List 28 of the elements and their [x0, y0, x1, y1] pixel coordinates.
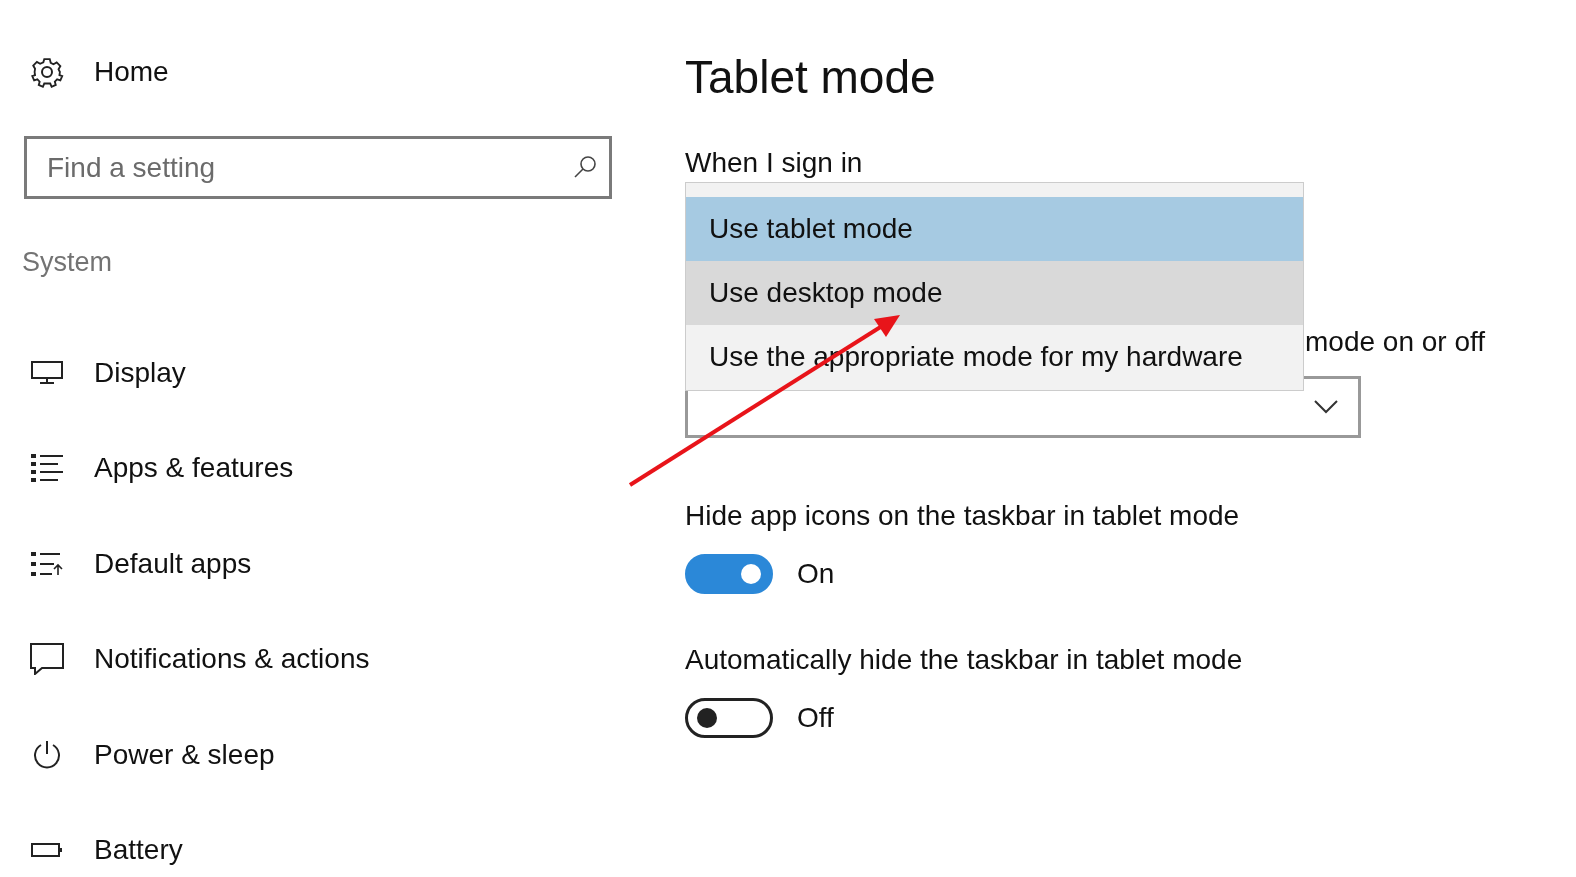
chevron-down-icon — [1314, 400, 1338, 414]
section-heading: System — [22, 247, 114, 278]
settings-icon — [30, 55, 64, 89]
setting-label: mode on or off — [1305, 326, 1486, 357]
page-title: Tablet mode — [685, 50, 937, 104]
list-icon — [30, 453, 64, 484]
list-icon — [30, 550, 64, 577]
toggle-switch[interactable] — [685, 554, 773, 594]
sidebar-item[interactable]: Apps & features — [24, 420, 630, 516]
setting-label: When I sign in — [685, 147, 864, 179]
monitor-icon — [30, 360, 64, 385]
sidebar-item[interactable]: Display — [24, 325, 630, 421]
setting-label: Hide app icons on the taskbar in tablet mode — [685, 500, 1241, 532]
setting-label: Automatically hide the taskbar in tablet mode — [685, 644, 1244, 676]
sidebar-item[interactable]: Battery — [24, 802, 630, 877]
battery-icon — [30, 843, 64, 858]
message-icon — [30, 643, 64, 676]
sidebar-item[interactable]: Power & sleep — [24, 707, 630, 803]
sidebar-item[interactable]: Default apps — [24, 516, 630, 612]
dropdown-option[interactable]: Use tablet mode — [686, 197, 1303, 261]
search-field[interactable]: Find a setting — [24, 136, 612, 199]
toggle-state: On — [797, 558, 835, 590]
toggle-switch[interactable] — [685, 698, 773, 738]
dropdown-option[interactable]: Use desktop mode — [686, 261, 1303, 325]
home-link[interactable]: Home — [94, 56, 169, 88]
sidebar-item[interactable]: Notifications & actions — [24, 611, 630, 707]
toggle-state: Off — [797, 702, 834, 734]
search-icon — [572, 154, 598, 180]
